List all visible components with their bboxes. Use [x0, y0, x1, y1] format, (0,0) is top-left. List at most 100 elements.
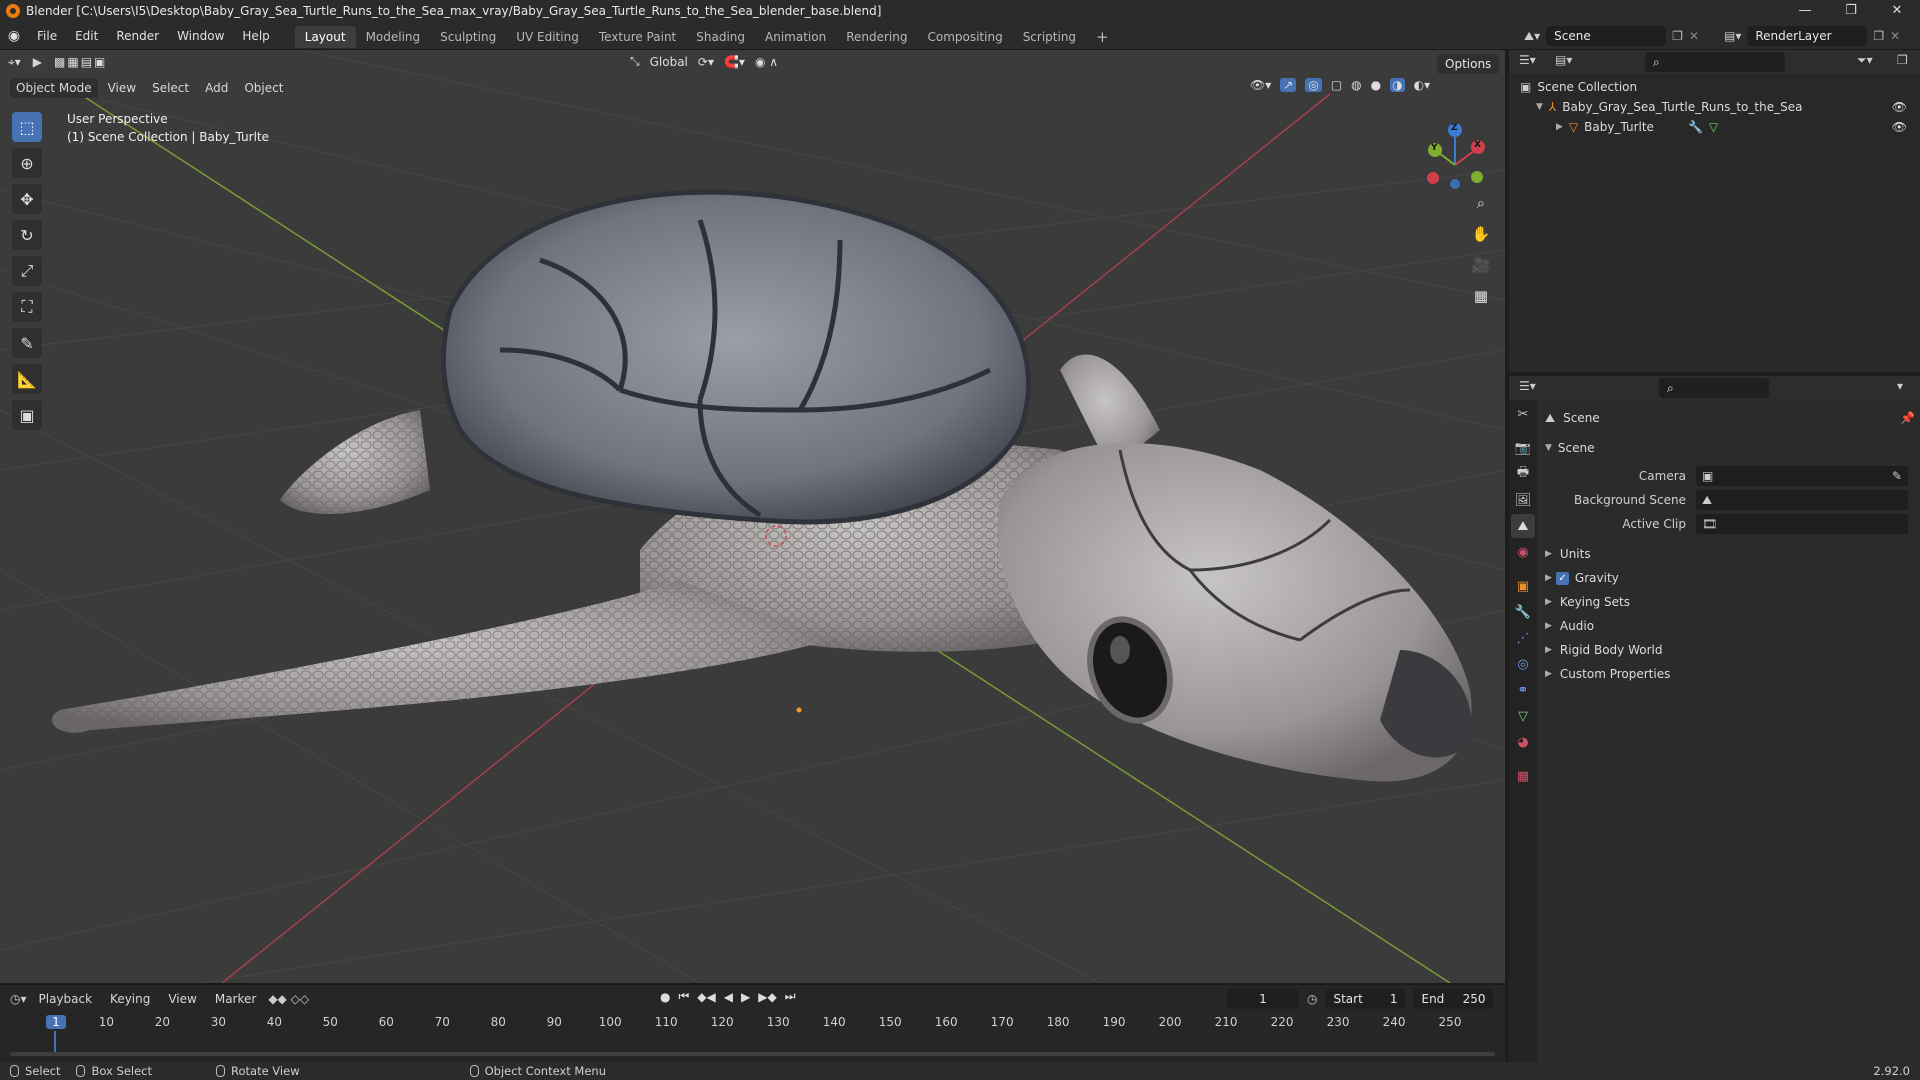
tab-compositing[interactable]: Compositing: [917, 26, 1012, 48]
units-panel-header[interactable]: ▶ Units: [1545, 542, 1915, 566]
background-scene-field[interactable]: ⛰: [1696, 490, 1908, 510]
new-scene-icon[interactable]: ❐: [1672, 29, 1683, 43]
end-frame-field[interactable]: End 250: [1413, 989, 1494, 1009]
menu-window[interactable]: Window: [168, 22, 233, 50]
pivot-icon[interactable]: ⟳▾: [698, 55, 714, 69]
keyframe-icons[interactable]: ◆◆ ◇◇: [268, 992, 309, 1006]
custom-properties-panel-header[interactable]: ▶ Custom Properties: [1545, 662, 1915, 686]
rotate-tool-icon[interactable]: ↻: [12, 220, 42, 250]
tab-scripting[interactable]: Scripting: [1013, 26, 1086, 48]
renderlayer-name-field[interactable]: RenderLayer: [1747, 26, 1868, 46]
delete-renderlayer-icon[interactable]: ✕: [1890, 29, 1900, 43]
scene-name-field[interactable]: Scene: [1546, 26, 1667, 46]
menu-render[interactable]: Render: [107, 22, 168, 50]
audio-panel-header[interactable]: ▶ Audio: [1545, 614, 1915, 638]
cursor-tool-icon[interactable]: ⊕: [12, 148, 42, 178]
filter-icon[interactable]: ⏷▾: [1857, 53, 1873, 68]
tab-texture-paint[interactable]: Texture Paint: [589, 26, 686, 48]
tool-tab-icon[interactable]: ✂: [1511, 402, 1535, 426]
timeline-ruler[interactable]: 1 10 20 30 40 50 60 70 80 90 100 110 120 130 140 150 160…: [0, 1013, 1505, 1055]
measure-tool-icon[interactable]: 📐: [12, 364, 42, 394]
timeline-view-menu[interactable]: View: [162, 989, 202, 1009]
delete-scene-icon[interactable]: ✕: [1689, 29, 1699, 43]
camera-view-icon[interactable]: 🎥: [1468, 252, 1494, 278]
properties-search-input[interactable]: ⌕: [1659, 378, 1769, 398]
outliner-search-input[interactable]: ⌕: [1645, 52, 1785, 72]
visibility-eye-icon[interactable]: 👁: [1892, 117, 1907, 137]
mode-dropdown[interactable]: Object Mode: [10, 78, 98, 98]
maximize-button[interactable]: ❐: [1828, 0, 1874, 22]
eyedropper-icon[interactable]: ✎: [1892, 464, 1902, 488]
texture-tab-icon[interactable]: ▦: [1511, 764, 1535, 788]
selection-mode-icons[interactable]: ▩▦▤▣: [54, 55, 107, 69]
current-frame-field[interactable]: 1: [1227, 989, 1299, 1009]
play-reverse-button[interactable]: ◀: [724, 990, 733, 1004]
constraints-tab-icon[interactable]: ⚭: [1511, 678, 1535, 702]
menu-edit[interactable]: Edit: [66, 22, 107, 50]
expand-arrow-icon[interactable]: ▼: [1536, 97, 1543, 117]
tab-animation[interactable]: Animation: [755, 26, 836, 48]
playback-menu[interactable]: Playback: [33, 989, 99, 1009]
output-tab-icon[interactable]: 🖶: [1511, 462, 1535, 486]
outliner-row-collection[interactable]: ▼ ⅄ Baby_Gray_Sea_Turtle_Runs_to_the_Sea…: [1520, 97, 1915, 117]
add-cube-tool-icon[interactable]: ▣: [12, 400, 42, 430]
proportional-edit-icon[interactable]: ◉ ∧: [755, 55, 778, 69]
jump-end-button[interactable]: ⏭: [785, 989, 796, 1004]
pin-icon[interactable]: 📌: [1900, 406, 1915, 430]
material-tab-icon[interactable]: ◕: [1511, 730, 1535, 754]
modifier-tab-icon[interactable]: 🔧: [1511, 600, 1535, 624]
play-button[interactable]: ▶: [741, 990, 750, 1004]
display-mode-icon[interactable]: ▤▾: [1555, 53, 1572, 67]
collapse-arrow-icon[interactable]: ▶: [1556, 117, 1563, 137]
menu-file[interactable]: File: [28, 22, 66, 50]
move-tool-icon[interactable]: ✥: [12, 184, 42, 214]
gizmo-icon[interactable]: ↗: [1280, 78, 1297, 92]
render-tab-icon[interactable]: 📷: [1511, 436, 1535, 460]
transform-tool-icon[interactable]: ⛶: [12, 292, 42, 322]
properties-options-icon[interactable]: ▾: [1897, 379, 1903, 393]
solid-shading-icon[interactable]: ●: [1371, 78, 1381, 92]
gravity-panel-header[interactable]: ▶ ✓ Gravity: [1545, 566, 1915, 590]
timeline-editor-icon[interactable]: ◷▾: [10, 992, 27, 1006]
rendered-shading-icon[interactable]: ◐▾: [1414, 78, 1431, 92]
add-workspace-button[interactable]: +: [1086, 26, 1119, 48]
marker-menu[interactable]: Marker: [209, 989, 262, 1009]
timeline-scrubber[interactable]: [10, 1052, 1495, 1056]
physics-tab-icon[interactable]: ◎: [1511, 652, 1535, 676]
view-layer-tab-icon[interactable]: 🖼: [1511, 488, 1535, 512]
ortho-grid-icon[interactable]: ▦: [1468, 283, 1494, 309]
snap-icon[interactable]: 🧲▾: [724, 55, 745, 69]
keying-sets-panel-header[interactable]: ▶ Keying Sets: [1545, 590, 1915, 614]
select-mode-icon[interactable]: ▶: [28, 54, 47, 70]
blender-menu-icon[interactable]: ◉: [0, 28, 28, 44]
particles-tab-icon[interactable]: ⋰: [1511, 626, 1535, 650]
menu-help[interactable]: Help: [233, 22, 278, 50]
tab-rendering[interactable]: Rendering: [836, 26, 917, 48]
close-button[interactable]: ✕: [1874, 0, 1920, 22]
wireframe-shading-icon[interactable]: ◍: [1351, 78, 1361, 92]
active-clip-field[interactable]: 🎞: [1696, 514, 1908, 534]
tab-shading[interactable]: Shading: [686, 26, 755, 48]
overlay-icon[interactable]: ◎: [1305, 78, 1322, 92]
prev-keyframe-button[interactable]: ◆◀: [697, 990, 715, 1004]
pan-hand-icon[interactable]: ✋: [1468, 221, 1494, 247]
timeline-panel[interactable]: ◷▾ Playback Keying View Marker ◆◆ ◇◇ ● ⏮…: [0, 983, 1505, 1062]
tab-uv-editing[interactable]: UV Editing: [506, 26, 589, 48]
minimize-button[interactable]: —: [1782, 0, 1828, 22]
record-button[interactable]: ●: [660, 990, 670, 1004]
world-tab-icon[interactable]: ◉: [1511, 540, 1535, 564]
material-shading-icon[interactable]: ◑: [1390, 78, 1405, 92]
editor-type-icon[interactable]: ⌖▾: [8, 55, 21, 70]
scale-tool-icon[interactable]: ⤢: [12, 256, 42, 286]
new-collection-icon[interactable]: ❐: [1897, 53, 1908, 67]
menu-view[interactable]: View: [102, 78, 142, 98]
annotate-tool-icon[interactable]: ✎: [12, 328, 42, 358]
gravity-checkbox[interactable]: ✓: [1555, 571, 1569, 585]
options-dropdown[interactable]: Options: [1437, 54, 1500, 74]
scene-tab-icon[interactable]: ⛰: [1511, 514, 1535, 538]
properties-editor-icon[interactable]: ☰▾: [1519, 379, 1536, 393]
tab-layout[interactable]: Layout: [294, 25, 356, 48]
outliner-editor-icon[interactable]: ☰▾: [1519, 53, 1536, 67]
xray-icon[interactable]: ▢: [1331, 78, 1342, 92]
menu-select[interactable]: Select: [146, 78, 195, 98]
